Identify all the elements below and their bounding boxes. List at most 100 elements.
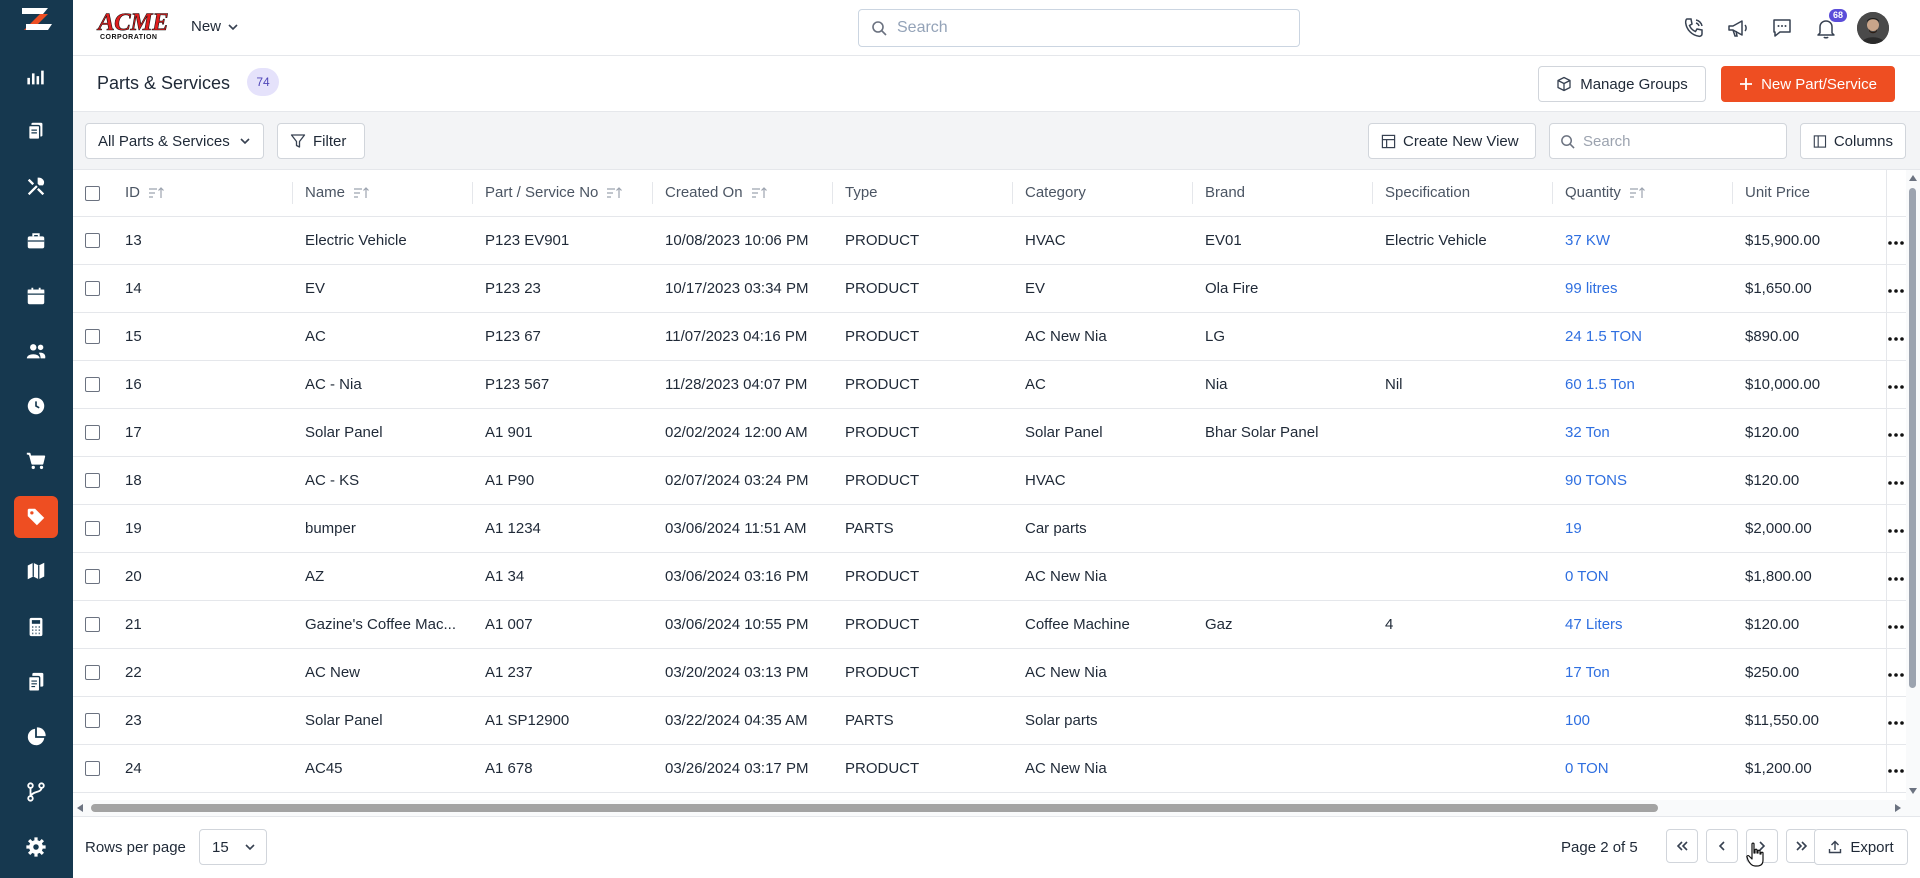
more-options-icon[interactable] bbox=[1888, 288, 1905, 293]
more-options-icon[interactable] bbox=[1888, 672, 1905, 677]
table-row[interactable]: 14 EV P123 23 10/17/2023 03:34 PM PRODUCT EV O… bbox=[73, 264, 1906, 313]
sidebar-item-dashboard-chart[interactable] bbox=[14, 56, 58, 98]
row-checkbox[interactable] bbox=[85, 761, 100, 777]
vertical-scroll-thumb[interactable] bbox=[1909, 188, 1916, 688]
table-row[interactable]: 20 AZ A1 34 03/06/2024 03:16 PM PRODUCT AC Ne… bbox=[73, 552, 1906, 601]
previous-page-button[interactable] bbox=[1706, 829, 1738, 863]
new-part-service-button[interactable]: New Part/Service bbox=[1721, 66, 1895, 102]
sort-icon[interactable] bbox=[148, 187, 164, 199]
table-search-input[interactable] bbox=[1583, 132, 1773, 150]
app-logo-icon[interactable] bbox=[18, 2, 56, 36]
more-options-icon[interactable] bbox=[1888, 624, 1905, 629]
sidebar-item-calendar[interactable] bbox=[14, 275, 58, 317]
column-header-unit-price[interactable]: Unit Price bbox=[1733, 170, 1886, 217]
column-header-category[interactable]: Category bbox=[1013, 170, 1193, 217]
row-checkbox[interactable] bbox=[85, 425, 100, 441]
filter-button[interactable]: Filter bbox=[277, 123, 365, 159]
more-options-icon[interactable] bbox=[1888, 480, 1905, 485]
table-row[interactable]: 21 Gazine's Coffee Mac... A1 007 03/06/2024… bbox=[73, 600, 1906, 649]
table-row[interactable]: 23 Solar Panel A1 SP12900 03/22/2024 04:35 … bbox=[73, 696, 1906, 745]
table-row[interactable]: 24 AC45 A1 678 03/26/2024 03:17 PM PRODUCT AC… bbox=[73, 744, 1906, 793]
rows-per-page-select[interactable]: 15 bbox=[199, 829, 267, 865]
select-all-checkbox[interactable] bbox=[85, 185, 100, 201]
table-row[interactable]: 13 Electric Vehicle P123 EV901 10/08/2023 1… bbox=[73, 216, 1906, 265]
more-options-icon[interactable] bbox=[1888, 240, 1905, 245]
scroll-right-icon[interactable] bbox=[1895, 804, 1901, 812]
sidebar-item-cart[interactable] bbox=[14, 440, 58, 482]
global-search-input[interactable] bbox=[897, 19, 1277, 37]
more-options-icon[interactable] bbox=[1888, 432, 1905, 437]
more-options-icon[interactable] bbox=[1888, 576, 1905, 581]
quantity-cell-text[interactable]: 17 Ton bbox=[1565, 664, 1610, 681]
manage-groups-button[interactable]: Manage Groups bbox=[1538, 66, 1706, 102]
row-checkbox[interactable] bbox=[85, 377, 100, 393]
create-new-view-button[interactable]: Create New View bbox=[1368, 123, 1536, 159]
scroll-left-icon[interactable] bbox=[77, 804, 83, 812]
user-avatar[interactable] bbox=[1857, 12, 1889, 44]
column-header-type[interactable]: Type bbox=[833, 170, 1013, 217]
column-header-created-on[interactable]: Created On bbox=[653, 170, 833, 217]
quantity-cell-text[interactable]: 99 litres bbox=[1565, 280, 1618, 297]
table-search[interactable] bbox=[1549, 123, 1787, 159]
sidebar-item-files[interactable] bbox=[14, 661, 58, 703]
row-checkbox[interactable] bbox=[85, 569, 100, 585]
row-checkbox[interactable] bbox=[85, 281, 100, 297]
sidebar-item-tag[interactable] bbox=[14, 496, 58, 538]
column-header-brand[interactable]: Brand bbox=[1193, 170, 1373, 217]
row-checkbox[interactable] bbox=[85, 713, 100, 729]
row-checkbox[interactable] bbox=[85, 329, 100, 345]
sidebar-item-settings[interactable] bbox=[14, 826, 58, 868]
export-button[interactable]: Export bbox=[1814, 829, 1908, 865]
first-page-button[interactable] bbox=[1666, 829, 1698, 863]
sort-icon[interactable] bbox=[751, 187, 767, 199]
sidebar-item-documents[interactable] bbox=[14, 110, 58, 152]
sort-icon[interactable] bbox=[353, 187, 369, 199]
quantity-cell-text[interactable]: 47 Liters bbox=[1565, 616, 1623, 633]
sidebar-item-tools[interactable] bbox=[14, 166, 58, 208]
more-options-icon[interactable] bbox=[1888, 720, 1905, 725]
row-checkbox[interactable] bbox=[85, 473, 100, 489]
horizontal-scroll-thumb[interactable] bbox=[91, 804, 1658, 812]
row-checkbox[interactable] bbox=[85, 521, 100, 537]
more-options-icon[interactable] bbox=[1888, 768, 1905, 773]
quantity-cell-text[interactable]: 60 1.5 Ton bbox=[1565, 376, 1635, 393]
sort-icon[interactable] bbox=[1629, 187, 1645, 199]
sidebar-item-pie-chart[interactable] bbox=[14, 716, 58, 758]
sidebar-item-briefcase[interactable] bbox=[14, 220, 58, 262]
quantity-cell-text[interactable]: 19 bbox=[1565, 520, 1582, 537]
view-select-dropdown[interactable]: All Parts & Services bbox=[85, 123, 264, 159]
sort-icon[interactable] bbox=[606, 187, 623, 199]
columns-button[interactable]: Columns bbox=[1800, 123, 1906, 159]
more-options-icon[interactable] bbox=[1888, 528, 1905, 533]
quantity-cell-text[interactable]: 0 TON bbox=[1565, 568, 1609, 585]
table-row[interactable]: 19 bumper A1 1234 03/06/2024 11:51 AM PARTS C… bbox=[73, 504, 1906, 553]
bell-icon[interactable]: 68 bbox=[1813, 9, 1847, 41]
new-menu-dropdown[interactable]: New bbox=[191, 18, 239, 35]
table-row[interactable]: 17 Solar Panel A1 901 02/02/2024 12:00 AM PR… bbox=[73, 408, 1906, 457]
sidebar-item-calculator[interactable] bbox=[14, 606, 58, 648]
sidebar-item-users[interactable] bbox=[14, 330, 58, 372]
sidebar-item-workflow[interactable] bbox=[14, 771, 58, 813]
sidebar-item-map[interactable] bbox=[14, 550, 58, 592]
scroll-up-icon[interactable] bbox=[1909, 175, 1917, 181]
quantity-cell-text[interactable]: 0 TON bbox=[1565, 760, 1609, 777]
scroll-down-icon[interactable] bbox=[1909, 788, 1917, 794]
quantity-cell-text[interactable]: 32 Ton bbox=[1565, 424, 1610, 441]
quantity-cell-text[interactable]: 37 KW bbox=[1565, 232, 1610, 249]
horizontal-scrollbar[interactable] bbox=[73, 800, 1920, 816]
table-row[interactable]: 18 AC - KS A1 P90 02/07/2024 03:24 PM PRODUC… bbox=[73, 456, 1906, 505]
phone-icon[interactable] bbox=[1681, 15, 1707, 41]
chat-icon[interactable] bbox=[1769, 15, 1795, 41]
row-checkbox[interactable] bbox=[85, 617, 100, 633]
column-header-specification[interactable]: Specification bbox=[1373, 170, 1553, 217]
table-row[interactable]: 15 AC P123 67 11/07/2023 04:16 PM PRODUCT AC … bbox=[73, 312, 1906, 361]
quantity-cell-text[interactable]: 100 bbox=[1565, 712, 1590, 729]
vertical-scrollbar[interactable] bbox=[1906, 170, 1920, 800]
more-options-icon[interactable] bbox=[1888, 384, 1905, 389]
table-row[interactable]: 16 AC - Nia P123 567 11/28/2023 04:07 PM PRO… bbox=[73, 360, 1906, 409]
table-row[interactable]: 22 AC New A1 237 03/20/2024 03:13 PM PRODUCT… bbox=[73, 648, 1906, 697]
column-header-part-no[interactable]: Part / Service No bbox=[473, 170, 653, 217]
global-search[interactable] bbox=[858, 9, 1300, 47]
sidebar-item-clock[interactable] bbox=[14, 385, 58, 427]
column-header-id[interactable]: ID bbox=[113, 170, 293, 217]
